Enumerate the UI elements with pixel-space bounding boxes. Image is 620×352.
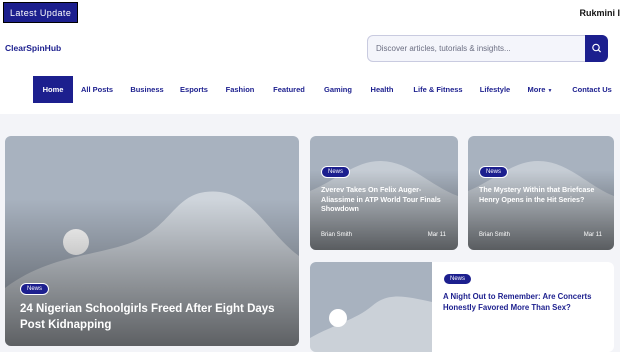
nav-item-life-fitness[interactable]: Life & Fitness <box>409 76 467 103</box>
post-card[interactable]: News The Mystery Within that Briefcase H… <box>468 136 614 250</box>
nav-item-gaming[interactable]: Gaming <box>320 76 356 103</box>
category-badge[interactable]: News <box>20 283 50 295</box>
post-date: Mar 11 <box>583 232 602 238</box>
search-input[interactable]: Discover articles, tutorials & insights.… <box>376 44 511 53</box>
nav-item-fashion[interactable]: Fashion <box>222 76 258 103</box>
hero-post[interactable]: News 24 Nigerian Schoolgirls Freed After… <box>5 136 299 346</box>
caret-down-icon: ▼ <box>547 88 553 94</box>
nav-item-featured[interactable]: Featured <box>268 76 310 103</box>
nav-item-all-posts[interactable]: All Posts <box>78 76 116 103</box>
latest-update-label: Latest Update <box>3 2 79 23</box>
image-overlay <box>468 170 614 250</box>
site-logo[interactable]: ClearSpinHub <box>5 43 61 53</box>
post-title[interactable]: Zverev Takes On Felix Auger-Aliassime in… <box>321 185 451 214</box>
nav-item-home[interactable]: Home <box>33 76 73 103</box>
post-author[interactable]: Brian Smith <box>321 232 352 238</box>
nav-item-business[interactable]: Business <box>126 76 168 103</box>
post-card[interactable]: News Zverev Takes On Felix Auger-Aliassi… <box>310 136 458 250</box>
nav-item-health[interactable]: Health <box>366 76 398 103</box>
post-author[interactable]: Brian Smith <box>479 232 510 238</box>
search-bar[interactable]: Discover articles, tutorials & insights.… <box>367 35 608 62</box>
nav-item-esports[interactable]: Esports <box>177 76 211 103</box>
post-card-horizontal[interactable]: News A Night Out to Remember: Are Concer… <box>310 262 614 352</box>
top-bar: Latest Update Rukmini I <box>0 0 620 27</box>
nav-more-label: More <box>527 85 546 94</box>
post-date: Mar 11 <box>427 232 446 238</box>
nav-item-lifestyle[interactable]: Lifestyle <box>476 76 514 103</box>
nav-item-more[interactable]: More ▼ <box>524 76 556 103</box>
post-thumbnail[interactable] <box>310 262 432 352</box>
nav-item-contact-us[interactable]: Contact Us <box>568 76 616 103</box>
search-icon <box>592 43 602 53</box>
search-button[interactable] <box>585 35 608 62</box>
hero-post-title[interactable]: 24 Nigerian Schoolgirls Freed After Eigh… <box>20 302 290 333</box>
site-header: ClearSpinHub Discover articles, tutorial… <box>0 27 620 71</box>
category-badge[interactable]: News <box>443 273 473 285</box>
post-title[interactable]: A Night Out to Remember: Are Concerts Ho… <box>443 292 607 313</box>
main-nav: Home All Posts Business Esports Fashion … <box>0 71 620 114</box>
category-badge[interactable]: News <box>479 166 509 178</box>
news-ticker[interactable]: Rukmini I <box>579 8 620 18</box>
post-title[interactable]: The Mystery Within that Briefcase Henry … <box>479 185 607 204</box>
image-placeholder-icon <box>310 296 432 352</box>
category-badge[interactable]: News <box>321 166 351 178</box>
